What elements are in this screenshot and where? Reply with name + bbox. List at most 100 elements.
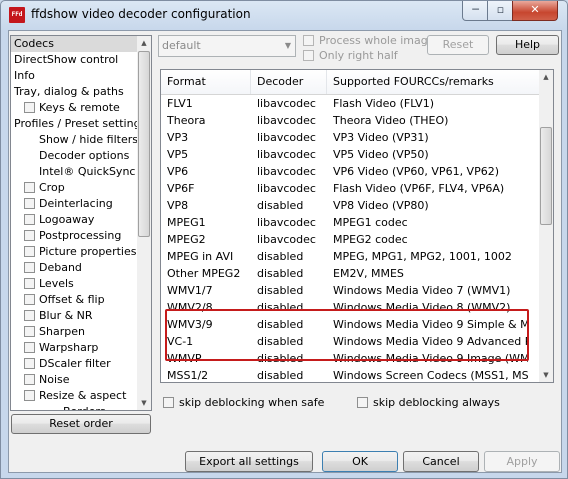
sidebar-item[interactable]: Deinterlacing	[24, 196, 113, 212]
sidebar-item[interactable]: Picture properties	[24, 244, 137, 260]
sidebar-item-label: Crop	[39, 181, 65, 194]
scroll-down-icon[interactable]: ▼	[137, 396, 151, 410]
table-row[interactable]: MSS1/2 disabled Windows Screen Codecs (MSS…	[161, 367, 539, 382]
format-cell: VP5	[167, 148, 189, 161]
sidebar-item-label: Picture properties	[39, 245, 137, 258]
table-row[interactable]: Theora libavcodec Theora Video (THEO)	[161, 112, 539, 129]
sidebar-item-checkbox[interactable]	[24, 246, 35, 257]
sidebar-item[interactable]: Borders	[63, 404, 106, 410]
export-all-settings-button[interactable]: Export all settings	[185, 451, 313, 472]
sidebar-item[interactable]: Offset & flip	[24, 292, 105, 308]
cancel-button[interactable]: Cancel	[403, 451, 479, 472]
sidebar-item[interactable]: DirectShow control	[14, 52, 118, 68]
table-row[interactable]: MPEG in AVI disabled MPEG, MPG1, MPG2, 100…	[161, 248, 539, 265]
sidebar-item-label: Profiles / Preset settings	[14, 117, 147, 130]
sidebar-item-checkbox[interactable]	[24, 214, 35, 225]
sidebar-item[interactable]: Show / hide filters	[39, 132, 138, 148]
sidebar-item[interactable]: Crop	[24, 180, 65, 196]
sidebar-item[interactable]: Blur & NR	[24, 308, 93, 324]
decoder-cell: disabled	[257, 318, 304, 331]
table-row[interactable]: WMV3/9 disabled Windows Media Video 9 Simp…	[161, 316, 539, 333]
sidebar-item[interactable]: Warpsharp	[24, 340, 99, 356]
minimize-button[interactable]: ─	[462, 1, 489, 21]
sidebar-item[interactable]: Intel® QuickSync	[39, 164, 135, 180]
sidebar-item-checkbox[interactable]	[24, 262, 35, 273]
ok-button[interactable]: OK	[322, 451, 398, 472]
maximize-button[interactable]: ▫	[487, 1, 514, 21]
preset-dropdown[interactable]: default ▼	[158, 35, 296, 57]
sidebar-item[interactable]: DScaler filter	[24, 356, 111, 372]
table-row[interactable]: VP8 disabled VP8 Video (VP80)	[161, 197, 539, 214]
sidebar-item-checkbox[interactable]	[24, 310, 35, 321]
sidebar-item-checkbox[interactable]	[24, 374, 35, 385]
title-bar[interactable]: FFd ffdshow video decoder configuration …	[1, 1, 567, 29]
table-row[interactable]: WMV1/7 disabled Windows Media Video 7 (WMV…	[161, 282, 539, 299]
sidebar-item-checkbox[interactable]	[24, 294, 35, 305]
sidebar-item-checkbox[interactable]	[24, 390, 35, 401]
column-header-fourccs[interactable]: Supported FOURCCs/remarks	[327, 70, 539, 94]
preset-value: default	[162, 39, 201, 52]
apply-button[interactable]: Apply	[484, 451, 560, 472]
sidebar-item-checkbox[interactable]	[24, 342, 35, 353]
fourcc-cell: Windows Media Video 8 (WMV2)	[333, 301, 511, 314]
table-row[interactable]: VP5 libavcodec VP5 Video (VP50)	[161, 146, 539, 163]
close-button[interactable]: ✕	[512, 1, 558, 21]
table-row[interactable]: Other MPEG2 disabled EM2V, MMES	[161, 265, 539, 282]
table-row[interactable]: VC-1 disabled Windows Media Video 9 Advanc…	[161, 333, 539, 350]
table-row[interactable]: MPEG1 libavcodec MPEG1 codec	[161, 214, 539, 231]
fourcc-cell: MPEG1 codec	[333, 216, 408, 229]
table-row[interactable]: WMVP disabled Windows Media Video 9 Image …	[161, 350, 539, 367]
scroll-up-icon[interactable]: ▲	[539, 70, 553, 84]
codec-list-scrollbar[interactable]: ▲ ▼	[539, 70, 553, 382]
sidebar-item-label: Borders	[63, 405, 106, 410]
sidebar-item[interactable]: Info	[14, 68, 35, 84]
settings-tree[interactable]: Codecs DirectShow control Info Tray, dialog…	[10, 35, 152, 411]
ffdshow-app-icon: FFd	[9, 7, 25, 23]
sidebar-item-checkbox[interactable]	[24, 102, 35, 113]
decoder-cell: disabled	[257, 352, 304, 365]
sidebar-item-checkbox[interactable]	[24, 326, 35, 337]
sidebar-item[interactable]: Codecs	[11, 36, 137, 52]
reset-order-button[interactable]: Reset order	[11, 414, 151, 434]
sidebar-item[interactable]: Sharpen	[24, 324, 85, 340]
sidebar-item-checkbox[interactable]	[24, 230, 35, 241]
decoder-cell: libavcodec	[257, 148, 316, 161]
tree-scroll-thumb[interactable]	[138, 51, 150, 237]
codec-list-scroll-thumb[interactable]	[540, 127, 552, 225]
sidebar-item[interactable]: Profiles / Preset settings	[14, 116, 146, 132]
table-row[interactable]: VP6 libavcodec VP6 Video (VP60, VP61, VP62…	[161, 163, 539, 180]
decoder-cell: disabled	[257, 250, 304, 263]
sidebar-item-checkbox[interactable]	[24, 182, 35, 193]
sidebar-item-label: DirectShow control	[14, 53, 119, 66]
sidebar-item[interactable]: Noise	[24, 372, 70, 388]
table-row[interactable]: VP3 libavcodec VP3 Video (VP31)	[161, 129, 539, 146]
column-header-decoder[interactable]: Decoder	[251, 70, 327, 94]
sidebar-item-checkbox[interactable]	[24, 358, 35, 369]
sidebar-item-checkbox[interactable]	[24, 278, 35, 289]
sidebar-item-label: Warpsharp	[39, 341, 99, 354]
sidebar-item[interactable]: Levels	[24, 276, 74, 292]
sidebar-item[interactable]: Tray, dialog & paths	[14, 84, 124, 100]
scroll-up-icon[interactable]: ▲	[137, 36, 151, 50]
scroll-down-icon[interactable]: ▼	[539, 368, 553, 382]
tree-scrollbar[interactable]: ▲ ▼	[137, 36, 151, 410]
reset-button[interactable]: Reset	[427, 35, 489, 55]
table-row[interactable]: MPEG2 libavcodec MPEG2 codec	[161, 231, 539, 248]
table-row[interactable]: FLV1 libavcodec Flash Video (FLV1)	[161, 95, 539, 112]
sidebar-item[interactable]: Postprocessing	[24, 228, 121, 244]
checkbox-label: skip deblocking when safe	[179, 396, 325, 409]
sidebar-item-label: Show / hide filters	[39, 133, 138, 146]
sidebar-item[interactable]: Decoder options	[39, 148, 129, 164]
sidebar-item[interactable]: Logoaway	[24, 212, 94, 228]
table-row[interactable]: VP6F libavcodec Flash Video (VP6F, FLV4, V…	[161, 180, 539, 197]
sidebar-item[interactable]: Keys & remote	[24, 100, 120, 116]
sidebar-item-checkbox[interactable]	[24, 198, 35, 209]
sidebar-item[interactable]: Deband	[24, 260, 82, 276]
decoder-cell: disabled	[257, 267, 304, 280]
sidebar-item-label: Codecs	[14, 37, 54, 50]
sidebar-item[interactable]: Resize & aspect	[24, 388, 126, 404]
help-button[interactable]: Help	[496, 35, 559, 55]
codec-list[interactable]: Format Decoder Supported FOURCCs/remarks…	[160, 69, 554, 383]
column-header-format[interactable]: Format	[161, 70, 251, 94]
table-row[interactable]: WMV2/8 disabled Windows Media Video 8 (WMV…	[161, 299, 539, 316]
